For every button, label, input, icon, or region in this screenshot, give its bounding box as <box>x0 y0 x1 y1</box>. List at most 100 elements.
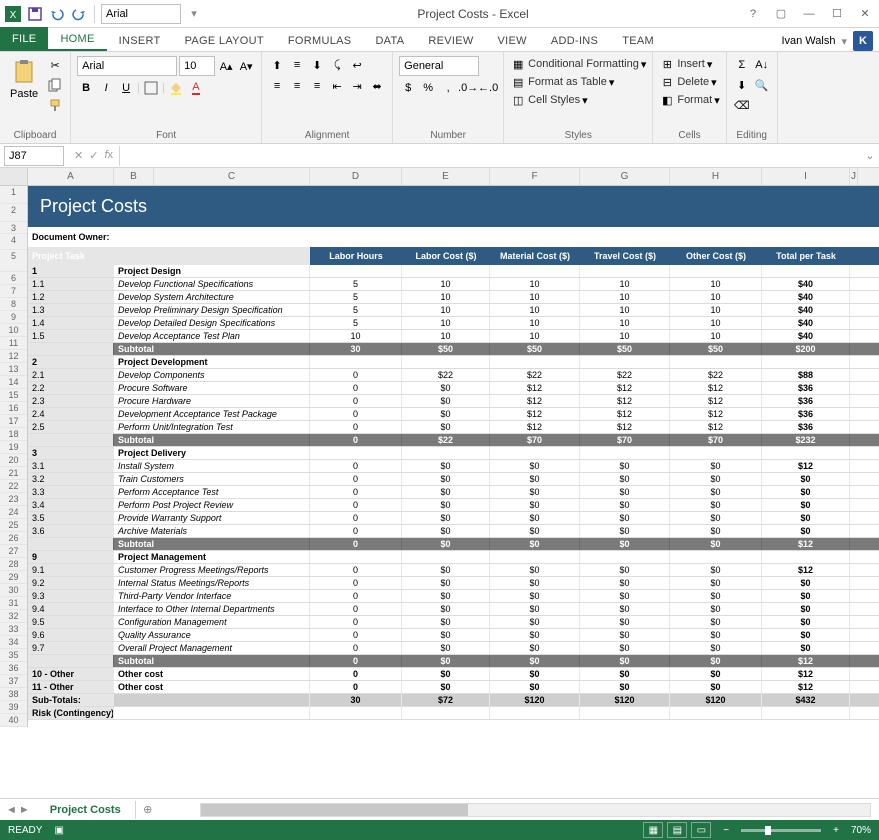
cell[interactable] <box>310 265 402 277</box>
cell[interactable]: Subtotal <box>114 655 310 667</box>
table-row[interactable]: 11 - OtherOther cost0$0$0$0$0$12 <box>28 681 879 694</box>
zoom-out-icon[interactable]: − <box>723 825 729 836</box>
row-header[interactable]: 26 <box>0 532 27 545</box>
qat-dropdown-icon[interactable]: ▾ <box>185 5 203 23</box>
cell[interactable]: $0 <box>580 642 670 654</box>
table-row[interactable]: 9.2Internal Status Meetings/Reports0$0$0… <box>28 577 879 590</box>
table-row[interactable]: 2.1Develop Components0$22$22$22$22$88 <box>28 369 879 382</box>
table-row[interactable]: 3Project Delivery <box>28 447 879 460</box>
cell[interactable]: Overall Project Management <box>114 642 310 654</box>
border-icon[interactable] <box>142 79 160 97</box>
cell[interactable]: 10 <box>402 291 490 303</box>
cell[interactable]: 0 <box>310 434 402 446</box>
cell[interactable]: $0 <box>490 538 580 550</box>
cell-styles-button[interactable]: ◫Cell Styles ▾ <box>510 92 588 108</box>
cell[interactable]: 0 <box>310 421 402 433</box>
cell[interactable]: 10 <box>402 278 490 290</box>
cell[interactable]: $88 <box>762 369 850 381</box>
cell[interactable]: Provide Warranty Support <box>114 512 310 524</box>
qat-font-combo[interactable] <box>101 4 181 24</box>
cell[interactable] <box>580 447 670 459</box>
cell[interactable]: $0 <box>762 499 850 511</box>
row-header[interactable]: 3 <box>0 222 27 234</box>
font-size-combo[interactable] <box>179 56 215 76</box>
cell[interactable]: $0 <box>580 577 670 589</box>
table-row[interactable]: 1Project Design <box>28 265 879 278</box>
row-header[interactable]: 18 <box>0 428 27 441</box>
table-row[interactable]: 9.5Configuration Management0$0$0$0$0$0 <box>28 616 879 629</box>
cell[interactable]: Archive Materials <box>114 525 310 537</box>
cell[interactable] <box>28 655 114 667</box>
cell[interactable] <box>580 265 670 277</box>
row-header[interactable]: 38 <box>0 688 27 701</box>
sheet-nav-prev-icon[interactable]: ◄ <box>6 804 17 816</box>
cell[interactable]: 10 <box>310 330 402 342</box>
cell[interactable]: $0 <box>402 681 490 693</box>
page-break-view-icon[interactable]: ▭ <box>691 822 711 838</box>
table-row[interactable]: 9.3Third-Party Vendor Interface0$0$0$0$0… <box>28 590 879 603</box>
add-sheet-icon[interactable]: ⊕ <box>136 803 160 816</box>
cell[interactable]: 0 <box>310 538 402 550</box>
cell[interactable]: $0 <box>490 564 580 576</box>
cell[interactable]: $0 <box>670 655 762 667</box>
row-header[interactable]: 20 <box>0 454 27 467</box>
cell[interactable]: $0 <box>670 564 762 576</box>
cell[interactable]: Develop Functional Specifications <box>114 278 310 290</box>
cell[interactable]: $0 <box>402 421 490 433</box>
insert-button[interactable]: ⊞Insert ▾ <box>659 56 712 72</box>
align-top-icon[interactable]: ⬆ <box>268 56 286 74</box>
cell[interactable] <box>762 447 850 459</box>
cell[interactable] <box>490 356 580 368</box>
cell[interactable]: 9 <box>28 551 114 563</box>
select-all-corner[interactable] <box>0 168 28 185</box>
cell[interactable]: $12 <box>762 655 850 667</box>
cell[interactable]: 5 <box>310 278 402 290</box>
cell[interactable]: $0 <box>580 512 670 524</box>
cell[interactable]: $0 <box>490 603 580 615</box>
row-header[interactable]: 4 <box>0 234 27 250</box>
cell[interactable]: 0 <box>310 473 402 485</box>
cell[interactable]: $0 <box>580 668 670 680</box>
name-box[interactable] <box>4 146 64 166</box>
cell[interactable]: $0 <box>670 668 762 680</box>
cell[interactable]: 3.2 <box>28 473 114 485</box>
cell[interactable]: 0 <box>310 408 402 420</box>
column-header-D[interactable]: D <box>310 168 402 185</box>
cell[interactable]: 0 <box>310 668 402 680</box>
table-row[interactable]: 2.4Development Acceptance Test Package0$… <box>28 408 879 421</box>
close-icon[interactable]: ✕ <box>851 2 879 26</box>
tab-page-layout[interactable]: PAGE LAYOUT <box>173 31 276 51</box>
cell[interactable]: 2.3 <box>28 395 114 407</box>
table-row[interactable]: 9.7Overall Project Management0$0$0$0$0$0 <box>28 642 879 655</box>
column-header-E[interactable]: E <box>402 168 490 185</box>
cell[interactable]: $0 <box>490 590 580 602</box>
cell[interactable]: $200 <box>762 343 850 355</box>
merge-icon[interactable]: ⬌ <box>368 77 386 95</box>
row-header[interactable]: 19 <box>0 441 27 454</box>
cell[interactable]: $12 <box>580 382 670 394</box>
cell[interactable]: Internal Status Meetings/Reports <box>114 577 310 589</box>
cell[interactable]: $12 <box>762 538 850 550</box>
cell[interactable]: 0 <box>310 603 402 615</box>
cell[interactable]: $0 <box>762 486 850 498</box>
cell[interactable]: $50 <box>490 343 580 355</box>
column-header-J[interactable]: J <box>850 168 858 185</box>
row-header[interactable]: 37 <box>0 675 27 688</box>
align-bottom-icon[interactable]: ⬇ <box>308 56 326 74</box>
cell[interactable]: 0 <box>310 460 402 472</box>
row-header[interactable]: 30 <box>0 584 27 597</box>
cell[interactable] <box>670 447 762 459</box>
italic-icon[interactable]: I <box>97 79 115 97</box>
cell[interactable]: $70 <box>490 434 580 446</box>
cell[interactable]: 0 <box>310 564 402 576</box>
expand-formula-bar-icon[interactable]: ⌄ <box>861 149 879 162</box>
tab-file[interactable]: FILE <box>0 27 48 51</box>
cell[interactable]: $0 <box>762 590 850 602</box>
cell[interactable]: $22 <box>402 434 490 446</box>
cell[interactable]: 10 <box>402 330 490 342</box>
cell[interactable]: $36 <box>762 408 850 420</box>
cell[interactable]: $40 <box>762 291 850 303</box>
cell[interactable]: 5 <box>310 291 402 303</box>
cell[interactable]: $0 <box>580 590 670 602</box>
scrollbar-thumb[interactable] <box>201 804 469 816</box>
